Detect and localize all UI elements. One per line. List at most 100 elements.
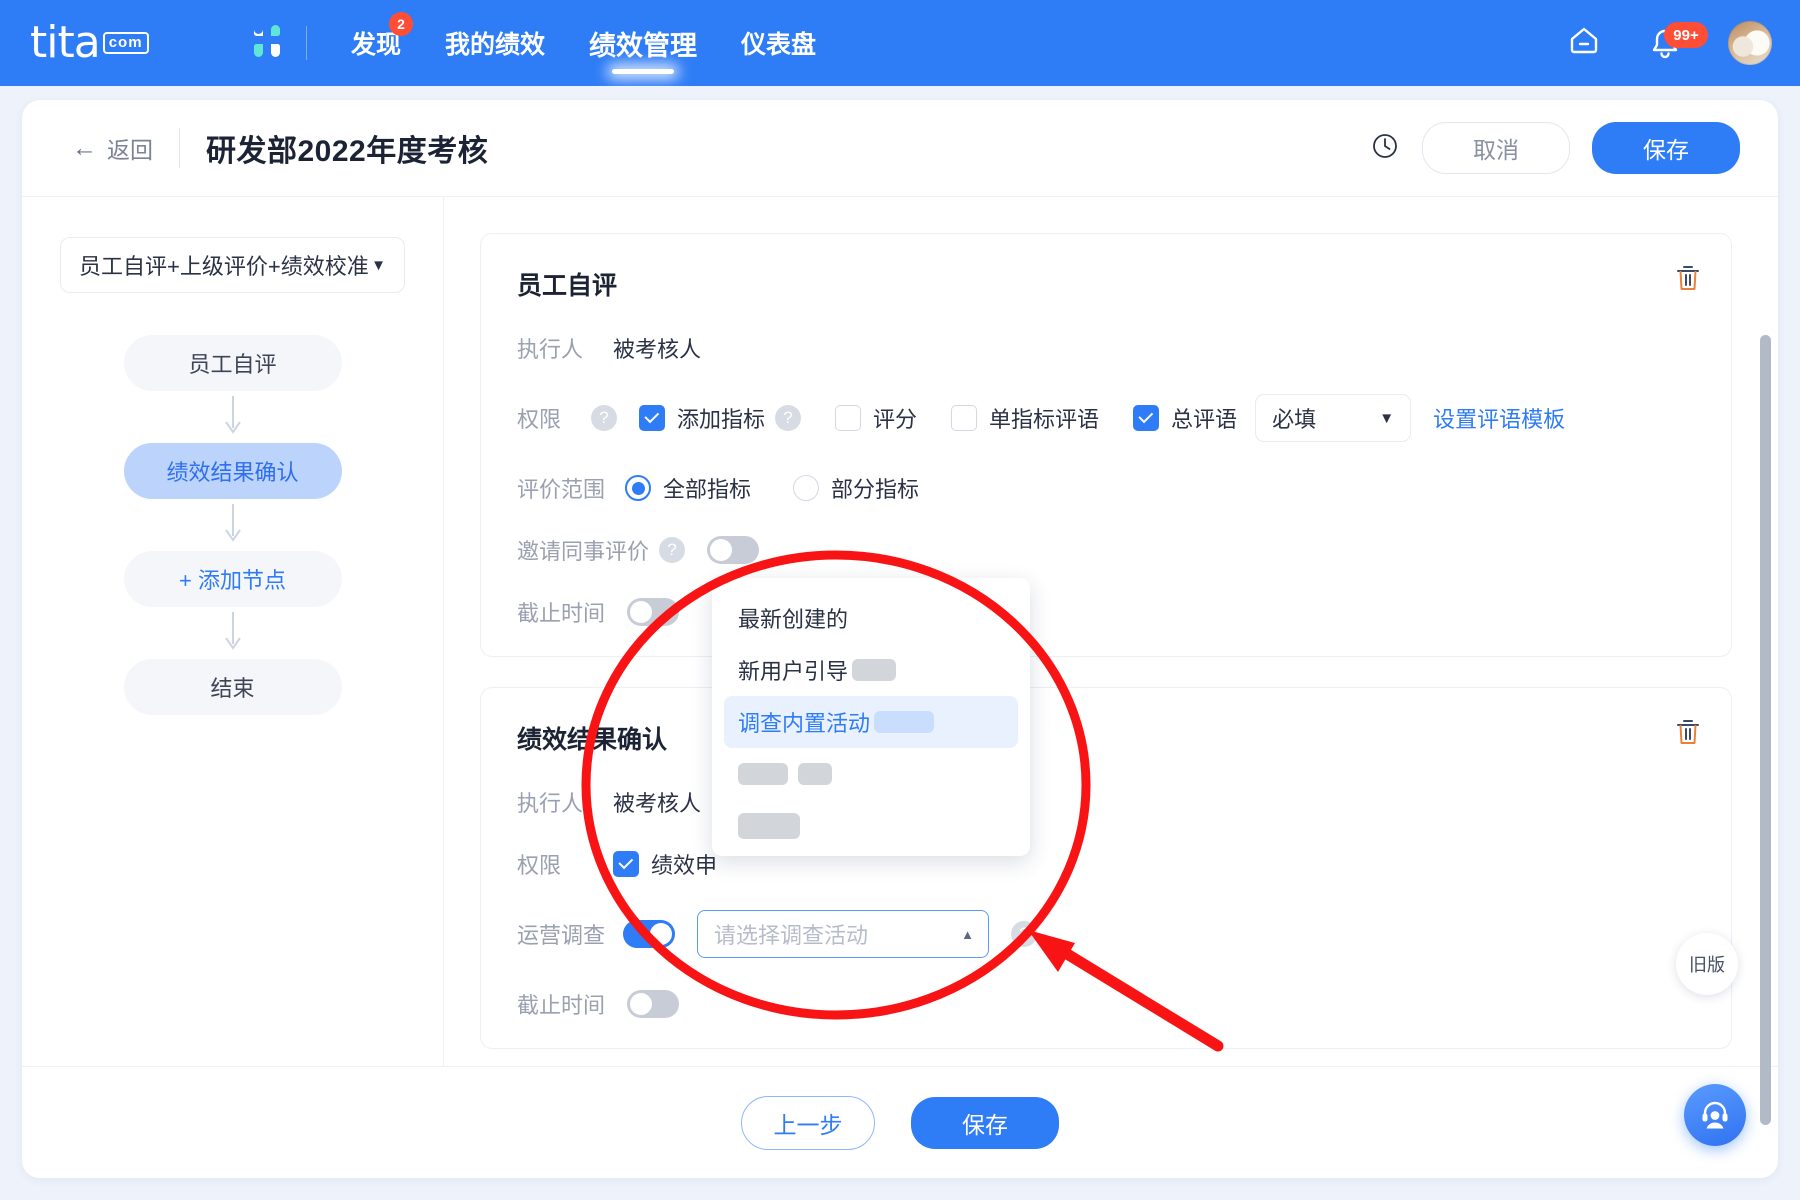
content-scrollbar[interactable] [1760,335,1771,1125]
dropdown-item-latest-created-label: 最新创建的 [738,607,849,632]
radio-partial-indicators-dot [793,475,820,501]
flow-node-add[interactable]: + 添加节点 [123,551,342,607]
checkbox-performance-appeal-box [613,851,639,877]
radio-partial-indicators[interactable]: 部分指标 [793,472,919,504]
checkbox-overall-comment-box [1133,405,1160,431]
card-result-confirm-title: 绩效结果确认 [517,726,668,754]
survey-help-icon[interactable]: ? [1011,921,1038,947]
cancel-button[interactable]: 取消 [1422,122,1570,174]
checkbox-overall-comment[interactable]: 总评语 [1133,402,1237,434]
checkbox-single-indicator-comment[interactable]: 单指标评语 [951,402,1099,434]
executor-label-2: 执行人 [517,791,584,816]
permission-label-1: 权限 [517,407,562,432]
checkbox-add-indicator-box [639,405,665,431]
survey-activity-dropdown: 最新创建的 新用户引导 调查内置活动 [712,578,1030,856]
radio-all-indicators[interactable]: 全部指标 [625,472,751,504]
invite-peers-help-icon[interactable]: ? [659,537,686,563]
bottom-action-bar: 上一步 保存 [22,1066,1778,1178]
nav-item-discover[interactable]: 发现 2 [329,0,423,86]
page-title: 研发部2022年度考核 [206,135,489,168]
checkbox-scoring-label: 评分 [873,407,918,432]
flow-node-result-confirm[interactable]: 绩效结果确认 [123,443,342,499]
flow-node-end[interactable]: 结束 [123,659,342,715]
nav-item-my-performance[interactable]: 我的绩效 [423,0,567,86]
row-operation-survey: 运营调查 请选择调查活动 ▲ ? [517,910,1695,958]
radio-all-indicators-dot [625,475,651,501]
flow-node-list: 员工自评 绩效结果确认 + 添加节点 结束 [22,335,443,715]
dropdown-item-new-user-guide-label: 新用户引导 [738,659,849,684]
header-divider [179,128,180,168]
dropdown-item-builtin-survey[interactable]: 调查内置活动 [724,696,1018,748]
comment-required-value: 必填 [1272,407,1317,432]
dropdown-item-new-user-guide[interactable]: 新用户引导 [712,644,1030,696]
arrow-left-icon: ← [72,133,97,162]
save-button-bottom[interactable]: 保存 [911,1096,1059,1149]
redacted-text-block [738,763,788,785]
redacted-text-block [874,711,935,733]
nav-item-dashboard-label: 仪表盘 [741,31,817,59]
deadline-toggle-1[interactable] [627,598,679,626]
trash-icon[interactable] [1675,264,1701,297]
deadline-toggle-2[interactable] [627,990,679,1018]
executor-label-1: 执行人 [517,337,584,362]
card-self-evaluation-title: 员工自评 [517,272,618,300]
card-result-confirm: 绩效结果确认 执行人 被考核人 权限 绩效申 运营调查 请选择调查活动 ▲ ? … [480,687,1732,1049]
checkbox-scoring[interactable]: 评分 [835,402,917,434]
app-root: tita com 发现 2 我的绩效 绩效管理 仪表盘 99+ ← 返回 研发部… [0,0,1800,1200]
checkbox-add-indicator[interactable]: 添加指标 ? [639,402,802,434]
grid-apps-icon[interactable] [250,24,284,63]
executor-value-1: 被考核人 [613,337,702,362]
support-chat-button[interactable] [1684,1084,1746,1146]
nav-item-performance-management-label: 绩效管理 [589,30,698,61]
clock-history-icon[interactable] [1370,131,1400,166]
top-right-actions: 99+ [1566,0,1772,86]
deadline-label-2: 截止时间 [517,993,606,1018]
row-permission-1: 权限 ? 添加指标 ? 评分 单指标评语 总评语 必填 ▼ 设置评语模板 [517,394,1695,442]
dropdown-item-redacted-1[interactable] [712,748,1030,800]
add-indicator-help-icon[interactable]: ? [775,405,802,431]
page-header: ← 返回 研发部2022年度考核 取消 保存 [22,100,1778,196]
trash-icon[interactable] [1675,718,1701,751]
flow-node-end-label: 结束 [210,676,255,701]
checkbox-add-indicator-label: 添加指标 [677,407,766,432]
invite-peers-toggle[interactable] [707,536,760,564]
save-button-header[interactable]: 保存 [1592,122,1740,174]
dropdown-item-builtin-survey-label: 调查内置活动 [738,711,871,736]
row-executor-1: 执行人 被考核人 [517,332,1695,364]
back-button[interactable]: ← 返回 [72,131,153,165]
flow-arrow-1 [222,391,244,443]
page-header-actions: 取消 保存 [1370,100,1740,196]
checkbox-performance-appeal[interactable]: 绩效申 [613,848,717,880]
survey-activity-select[interactable]: 请选择调查活动 ▲ [697,910,990,958]
nav-item-dashboard[interactable]: 仪表盘 [719,0,838,86]
dropdown-item-redacted-2[interactable] [712,800,1030,852]
checkbox-single-indicator-comment-label: 单指标评语 [989,407,1100,432]
invite-peers-label: 邀请同事评价 [517,539,650,564]
home-icon[interactable] [1566,23,1602,64]
dropdown-item-latest-created[interactable]: 最新创建的 [712,592,1030,644]
nav-item-discover-badge: 2 [389,12,414,36]
tita-logo[interactable]: tita com [30,18,190,68]
node-config-content: 员工自评 执行人 被考核人 权限 ? 添加指标 ? 评分 单指标评语 总评语 必… [444,197,1778,1163]
logo-com-suffix: com [102,32,149,54]
executor-value-2: 被考核人 [613,791,702,816]
comment-required-select[interactable]: 必填 ▼ [1255,394,1412,442]
redacted-text-block [798,763,832,785]
avatar[interactable] [1728,21,1772,65]
set-comment-template-link[interactable]: 设置评语模板 [1433,402,1565,434]
radio-all-indicators-label: 全部指标 [663,477,752,502]
previous-step-button[interactable]: 上一步 [741,1095,875,1150]
nav-divider [306,26,307,60]
survey-activity-placeholder: 请选择调查活动 [714,923,869,948]
flow-node-self-evaluation[interactable]: 员工自评 [123,335,342,391]
flow-arrow-3 [222,607,244,659]
operation-survey-toggle[interactable] [623,920,676,948]
permission-help-icon-1[interactable]: ? [591,405,617,431]
flow-arrow-2 [222,499,244,551]
nav-item-performance-management[interactable]: 绩效管理 [567,0,719,86]
flow-node-result-confirm-label: 绩效结果确认 [166,460,299,485]
evaluation-mode-select[interactable]: 员工自评+上级评价+绩效校准 ▼ [60,237,405,293]
notifications-bell[interactable]: 99+ [1648,22,1708,60]
checkbox-performance-appeal-label: 绩效申 [651,853,718,878]
old-version-button[interactable]: 旧版 [1676,933,1738,995]
